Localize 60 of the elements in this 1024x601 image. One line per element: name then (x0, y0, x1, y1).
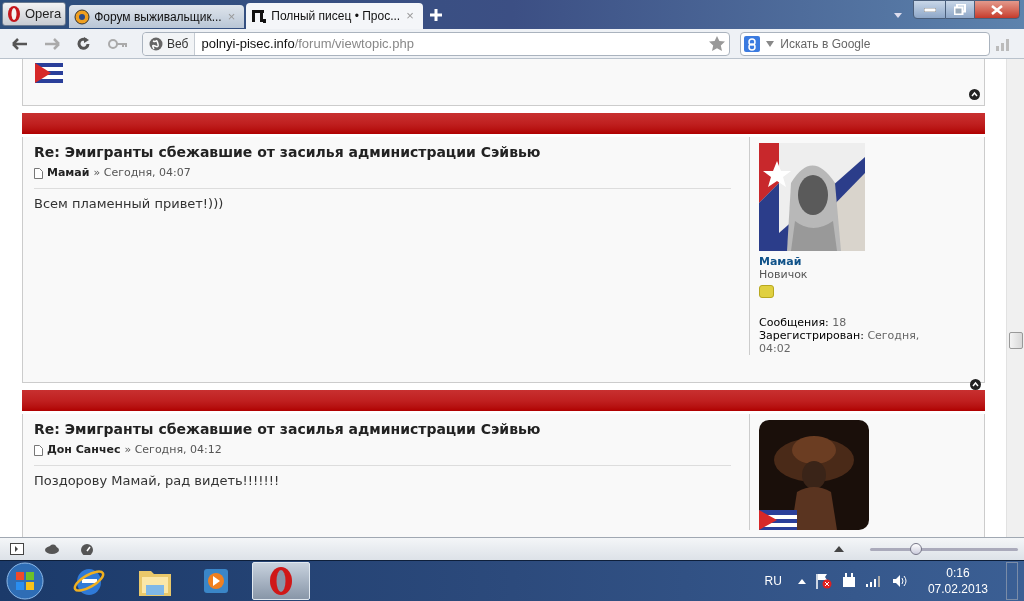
cloud-icon[interactable] (44, 544, 60, 554)
opera-menu-button[interactable]: Opera (2, 2, 67, 26)
scroll-thumb[interactable] (1009, 332, 1023, 349)
signal-bars-icon (996, 36, 1012, 51)
media-player-icon[interactable] (202, 567, 230, 595)
address-field[interactable]: Веб polnyi-pisec.info/forum/viewtopic.php (142, 31, 731, 56)
caret-icon (766, 40, 775, 47)
username-link[interactable]: Мамай (759, 255, 973, 268)
back-to-top-icon[interactable] (969, 89, 980, 100)
post-title[interactable]: Re: Эмигранты сбежавшие от засилья администрации Сэйвью (34, 419, 731, 439)
post-date: » Сегодня, 04:07 (93, 165, 191, 181)
site-icon (251, 8, 268, 24)
slider-thumb[interactable] (909, 542, 922, 555)
close-icon (991, 4, 1003, 15)
post-icon[interactable] (34, 167, 43, 179)
search-engine-icon (744, 35, 761, 52)
minimize-icon (923, 7, 936, 12)
volume-icon[interactable] (891, 574, 908, 588)
profile-field: Сообщения: 18 (759, 316, 934, 329)
browser-tab[interactable]: Форум выживальщик... × (69, 5, 245, 28)
post-date: » Сегодня, 04:12 (124, 442, 222, 458)
network-signal-icon[interactable] (865, 575, 882, 587)
action-center-flag-icon[interactable] (815, 573, 832, 589)
start-button[interactable] (6, 562, 44, 600)
search-input[interactable]: Искать в Google (780, 34, 986, 53)
rank-badge-icon (759, 285, 774, 298)
language-indicator[interactable]: RU (764, 572, 782, 590)
show-hidden-icons-icon[interactable] (797, 578, 806, 584)
panel-toggle-icon[interactable] (10, 543, 24, 555)
back-to-top-icon[interactable] (970, 379, 981, 390)
back-icon[interactable] (12, 37, 28, 50)
clock[interactable]: 0:16 07.02.2013 (927, 565, 988, 597)
power-plug-icon[interactable] (841, 573, 856, 589)
flag-icon (35, 63, 63, 83)
speedometer-icon[interactable] (80, 543, 94, 555)
url-text: polnyi-pisec.info/forum/viewtopic.php (201, 34, 415, 53)
reload-icon[interactable] (76, 36, 92, 51)
scrollbar[interactable] (1006, 59, 1024, 537)
profile-field: Зарегистрирован: Сегодня, 04:02 (759, 329, 934, 355)
author-name[interactable]: Мамай (47, 165, 90, 182)
search-field[interactable]: Искать в Google (740, 31, 990, 56)
opera-logo-icon (269, 566, 293, 596)
browser-tab[interactable]: Полный писец • Прос... × (246, 3, 423, 29)
web-badge[interactable]: Веб (143, 32, 196, 55)
tab-list-caret-icon[interactable] (893, 11, 903, 19)
minimize-button[interactable] (913, 0, 946, 19)
restore-icon (954, 4, 966, 15)
post-body: Поздорову Мамай, рад видеть!!!!!!! (34, 471, 281, 490)
new-tab-icon[interactable] (428, 8, 443, 22)
opera-taskbar-button[interactable] (252, 562, 310, 600)
author-name[interactable]: Дон Санчес (47, 442, 121, 459)
post-title[interactable]: Re: Эмигранты сбежавшие от засилья администрации Сэйвью (34, 142, 731, 162)
close-window-button[interactable] (974, 0, 1020, 19)
user-rank: Новичок (759, 268, 809, 281)
restore-button[interactable] (946, 0, 974, 19)
caret-up-icon[interactable] (834, 546, 844, 552)
opera-logo-icon (7, 5, 21, 23)
post-body: Всем пламенный привет!))) (34, 194, 225, 213)
bookmark-star-icon[interactable] (709, 36, 726, 51)
post-icon[interactable] (34, 444, 43, 456)
